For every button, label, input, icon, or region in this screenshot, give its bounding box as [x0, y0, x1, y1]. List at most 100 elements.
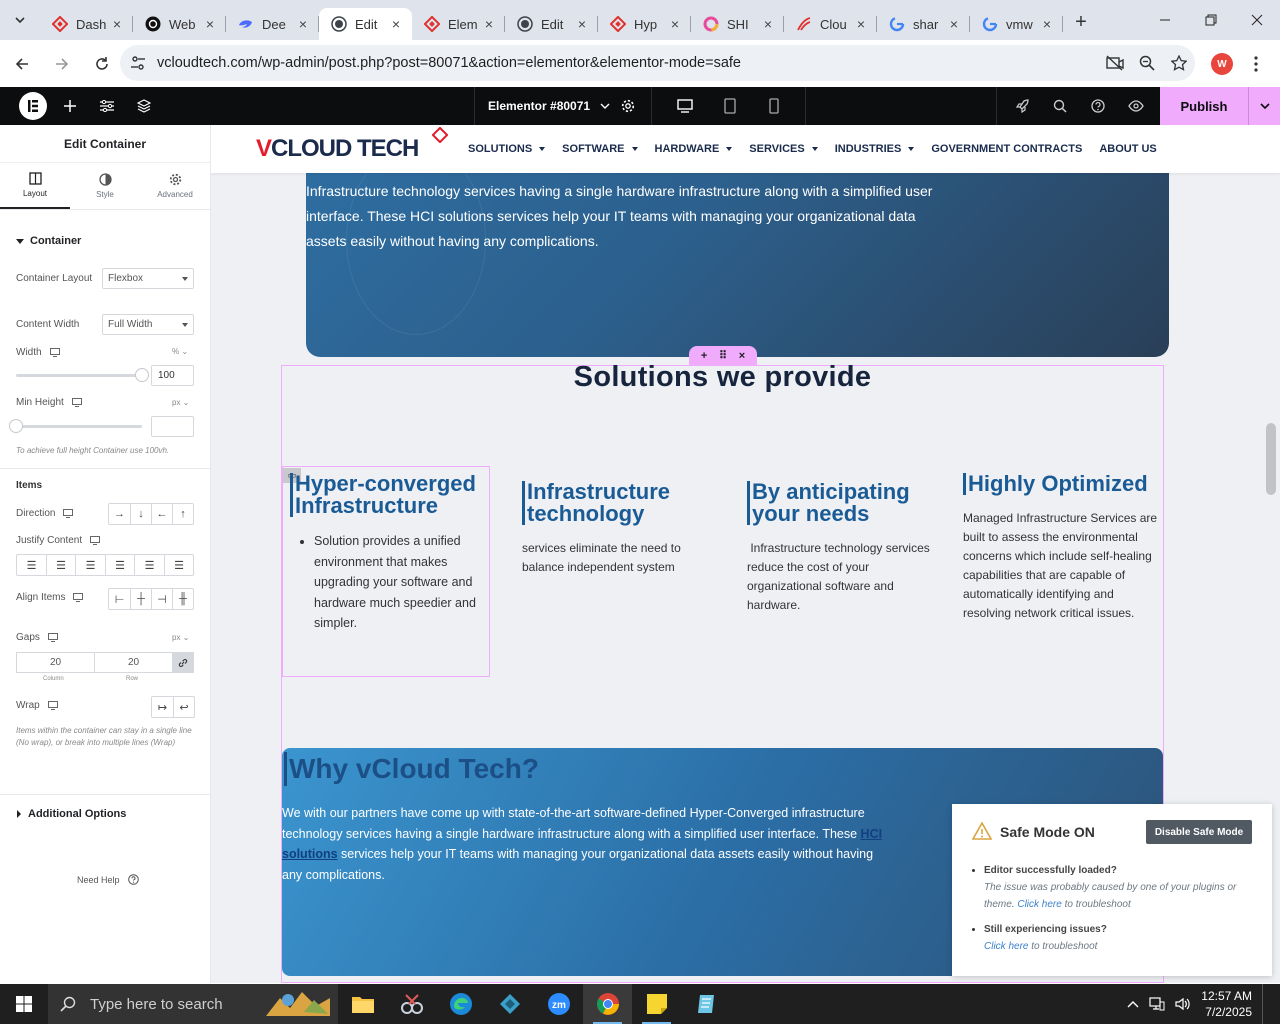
desktop-icon[interactable]: [73, 593, 84, 602]
browser-tab[interactable]: Dee ×: [226, 8, 319, 40]
browser-tab[interactable]: vmw ×: [970, 8, 1063, 40]
site-nav-item[interactable]: HARDWARE: [655, 143, 733, 155]
tab-search-button[interactable]: [0, 0, 40, 40]
width-slider[interactable]: [16, 368, 149, 382]
back-button[interactable]: [4, 46, 40, 82]
new-tab-button[interactable]: +: [1063, 4, 1099, 40]
canvas-scrollbar[interactable]: [1266, 423, 1276, 495]
site-nav-item[interactable]: SERVICES: [749, 143, 818, 155]
reload-button[interactable]: [84, 46, 120, 82]
camera-blocked-button[interactable]: [1099, 47, 1131, 79]
close-window-button[interactable]: [1234, 0, 1280, 40]
url-text[interactable]: vcloudtech.com/wp-admin/post.php?post=80…: [157, 55, 1099, 71]
browser-tab[interactable]: shar ×: [877, 8, 970, 40]
add-container-button[interactable]: +: [701, 350, 707, 362]
align-start-button[interactable]: ⊢: [109, 589, 130, 609]
desktop-icon[interactable]: [49, 348, 60, 357]
wrap-button[interactable]: ↩: [173, 697, 194, 717]
finder-button[interactable]: [1049, 87, 1071, 125]
close-tab-icon[interactable]: ×: [574, 16, 590, 32]
drag-handle-button[interactable]: ⠿: [719, 349, 727, 362]
browser-tab[interactable]: Edit ×: [505, 8, 598, 40]
close-tab-icon[interactable]: ×: [760, 16, 776, 32]
min-height-slider[interactable]: [9, 419, 142, 433]
direction-column-reverse-button[interactable]: ↑: [172, 504, 193, 524]
browser-tab[interactable]: SHI ×: [691, 8, 784, 40]
omnibox[interactable]: vcloudtech.com/wp-admin/post.php?post=80…: [120, 45, 1195, 81]
gap-column-input[interactable]: 20: [17, 653, 95, 672]
page-settings-button[interactable]: [616, 87, 640, 125]
gap-row-input[interactable]: 20: [95, 653, 173, 672]
taskbar-notepad[interactable]: [681, 984, 730, 1024]
width-input[interactable]: 100: [151, 365, 194, 386]
browser-tab[interactable]: Elem ×: [412, 8, 505, 40]
tab-advanced[interactable]: Advanced: [140, 163, 210, 209]
close-tab-icon[interactable]: ×: [388, 16, 404, 32]
site-settings-button[interactable]: [95, 87, 119, 125]
container-layout-select[interactable]: Flexbox: [102, 268, 194, 289]
close-tab-icon[interactable]: ×: [1039, 16, 1055, 32]
taskbar-chrome[interactable]: [583, 984, 632, 1024]
why-text[interactable]: We with our partners have come up with s…: [282, 803, 892, 885]
zoom-button[interactable]: [1131, 47, 1163, 79]
direction-column-button[interactable]: ↓: [130, 504, 151, 524]
min-height-input[interactable]: [151, 416, 194, 437]
direction-row-reverse-button[interactable]: ←: [151, 504, 172, 524]
start-button[interactable]: [0, 984, 48, 1024]
solution-column-1[interactable]: Hyper-converged Infrastructure Solution …: [290, 473, 480, 634]
notes-button[interactable]: [1011, 87, 1033, 125]
site-nav-item[interactable]: INDUSTRIES: [835, 143, 915, 155]
profile-avatar[interactable]: W: [1211, 53, 1233, 75]
browser-tab[interactable]: Clou ×: [784, 8, 877, 40]
why-title[interactable]: Why vCloud Tech?: [284, 752, 539, 786]
minimize-button[interactable]: [1142, 0, 1188, 40]
min-height-unit-select[interactable]: px ⌄: [172, 398, 189, 407]
desktop-icon[interactable]: [47, 701, 58, 710]
taskbar-sticky-notes[interactable]: [632, 984, 681, 1024]
justify-space-around-button[interactable]: ☰: [134, 555, 164, 575]
network-icon[interactable]: [1149, 997, 1165, 1011]
container-section-toggle[interactable]: Container: [16, 235, 81, 247]
additional-options-toggle[interactable]: Additional Options: [16, 808, 126, 820]
solution-column-4[interactable]: Highly Optimized Managed Infrastructure …: [963, 473, 1159, 623]
close-tab-icon[interactable]: ×: [295, 16, 311, 32]
solution-column-2[interactable]: Infrastructure technology services elimi…: [522, 481, 712, 577]
taskbar-snipping-tool[interactable]: [387, 984, 436, 1024]
browser-tab[interactable]: Web ×: [133, 8, 226, 40]
tablet-view-button[interactable]: [719, 87, 741, 125]
close-tab-icon[interactable]: ×: [202, 16, 218, 32]
add-element-button[interactable]: [58, 87, 82, 125]
volume-icon[interactable]: [1175, 997, 1191, 1011]
taskbar-search[interactable]: Type here to search: [48, 984, 338, 1024]
width-slider-handle[interactable]: [135, 368, 149, 382]
browser-menu-button[interactable]: [1246, 52, 1266, 76]
justify-end-button[interactable]: ☰: [75, 555, 105, 575]
column-4-title[interactable]: Highly Optimized: [963, 473, 1159, 495]
close-tab-icon[interactable]: ×: [853, 16, 869, 32]
close-tab-icon[interactable]: ×: [946, 16, 962, 32]
justify-start-button[interactable]: ☰: [17, 555, 46, 575]
justify-space-between-button[interactable]: ☰: [105, 555, 134, 575]
desktop-icon[interactable]: [71, 398, 82, 407]
gaps-unit-select[interactable]: px ⌄: [172, 633, 189, 642]
hero-text[interactable]: Infrastructure technology services havin…: [306, 179, 956, 254]
forward-button[interactable]: [44, 46, 80, 82]
solutions-title[interactable]: Solutions we provide: [211, 361, 1234, 394]
taskbar-clock[interactable]: 12:57 AM 7/2/2025: [1201, 988, 1252, 1020]
structure-button[interactable]: [132, 87, 156, 125]
site-info-icon[interactable]: [130, 55, 146, 71]
show-desktop-button[interactable]: [1262, 984, 1268, 1024]
elementor-logo-button[interactable]: [19, 92, 47, 120]
chevron-up-icon[interactable]: [1127, 1000, 1139, 1008]
content-width-select[interactable]: Full Width: [102, 314, 194, 335]
site-logo[interactable]: VCLOUD TECH: [256, 127, 448, 163]
browser-tab[interactable]: Dash ×: [40, 8, 133, 40]
need-help-link[interactable]: Need Help: [77, 874, 139, 885]
width-unit-select[interactable]: % ⌄: [172, 347, 188, 356]
taskbar-zoom[interactable]: zm: [534, 984, 583, 1024]
preview-button[interactable]: [1125, 87, 1147, 125]
browser-tab[interactable]: Edit ×: [319, 8, 412, 40]
justify-space-evenly-button[interactable]: ☰: [164, 555, 193, 575]
column-1-title[interactable]: Hyper-converged Infrastructure: [290, 473, 480, 517]
justify-center-button[interactable]: ☰: [46, 555, 75, 575]
